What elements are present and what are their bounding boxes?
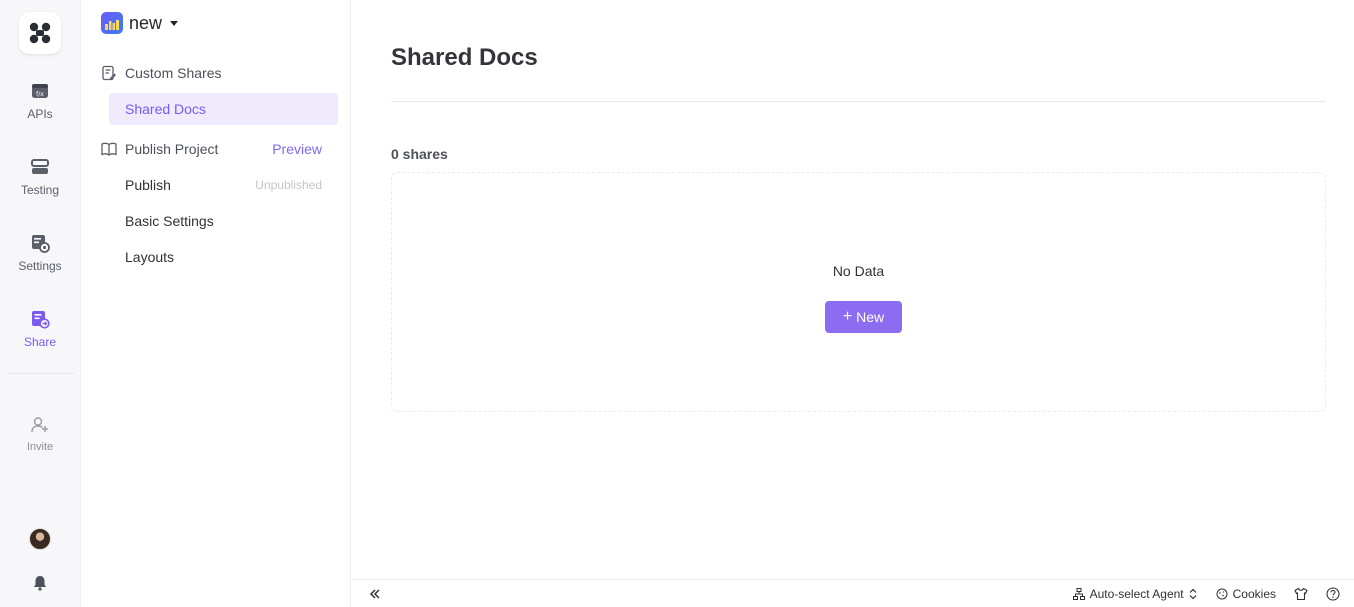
rail-item-testing[interactable]: Testing [0,156,80,197]
network-icon [1072,587,1085,600]
book-open-icon [101,141,117,157]
publish-project-heading: Publish Project Preview [101,139,322,159]
share-count: 0 shares [391,146,448,162]
nav-item-layouts[interactable]: Layouts [109,241,338,273]
testing-icon [29,156,51,178]
rail-item-apis[interactable]: f/x APIs [0,80,80,121]
collapse-sidebar-icon[interactable] [367,586,383,602]
rail-item-invite[interactable]: Invite [0,414,80,453]
help-icon[interactable] [1326,586,1340,601]
project-switcher[interactable]: new [101,12,179,34]
app-window: f/x APIs Testing Settings Share Invite n… [0,0,1354,607]
theme-shirt-icon[interactable] [1294,587,1308,601]
rail-item-label: APIs [27,107,53,121]
cookies-button[interactable]: Cookies [1216,587,1276,601]
app-logo[interactable] [19,12,61,54]
rail-item-label: Settings [18,259,62,273]
nav-item-shared-docs[interactable]: Shared Docs [109,93,338,125]
page-title: Shared Docs [391,44,538,71]
document-edit-icon [101,65,117,81]
caret-down-icon [170,20,179,26]
settings-icon [29,232,51,254]
api-icon: f/x [29,80,51,102]
rail-item-share[interactable]: Share [0,308,80,349]
rail-item-label: Share [23,335,57,349]
agent-label: Auto-select Agent [1089,586,1184,601]
new-button-label: New [856,309,885,325]
notification-bell-icon[interactable] [31,574,49,592]
plus-icon: + [842,308,853,325]
nav-item-label: Shared Docs [125,101,206,117]
footer-bar: Auto-select Agent Cookies [351,579,1354,607]
main-content: Shared Docs 0 shares No Data + New Auto-… [351,0,1354,607]
rail-item-label: Invite [26,441,54,453]
logo-icon [29,22,51,44]
icon-rail: f/x APIs Testing Settings Share Invite [0,0,81,607]
empty-state-panel: No Data + New [391,172,1326,412]
nav-item-label: Publish [125,177,171,193]
svg-text:f/x: f/x [36,91,44,98]
share-icon [29,308,51,330]
share-sidebar: new Custom Shares Shared Docs Publish Pr… [81,0,351,607]
project-icon [101,12,123,34]
custom-shares-heading: Custom Shares [101,63,322,83]
title-divider [391,101,1326,102]
nav-item-publish[interactable]: Publish Unpublished [109,169,338,201]
group-heading-text: Custom Shares [125,65,222,81]
footer-actions: Auto-select Agent Cookies [1055,587,1340,601]
nav-item-basic-settings[interactable]: Basic Settings [109,205,338,237]
status-badge: Unpublished [255,178,322,192]
nav-item-label: Layouts [125,249,175,265]
project-name: new [129,12,163,33]
chevron-updown-icon [1189,588,1197,599]
rail-divider [8,373,74,374]
empty-state-text: No Data [832,263,885,279]
invite-user-icon [29,414,51,436]
preview-link[interactable]: Preview [272,141,322,157]
rail-item-label: Testing [20,183,60,197]
agent-selector[interactable]: Auto-select Agent [1072,586,1198,601]
new-share-button[interactable]: + New [825,301,902,333]
avatar[interactable] [29,528,51,550]
rail-item-settings[interactable]: Settings [0,232,80,273]
nav-item-label: Basic Settings [125,213,214,229]
cookies-label: Cookies [1232,586,1276,601]
cookie-icon [1216,588,1228,599]
group-heading-text: Publish Project [125,141,219,157]
